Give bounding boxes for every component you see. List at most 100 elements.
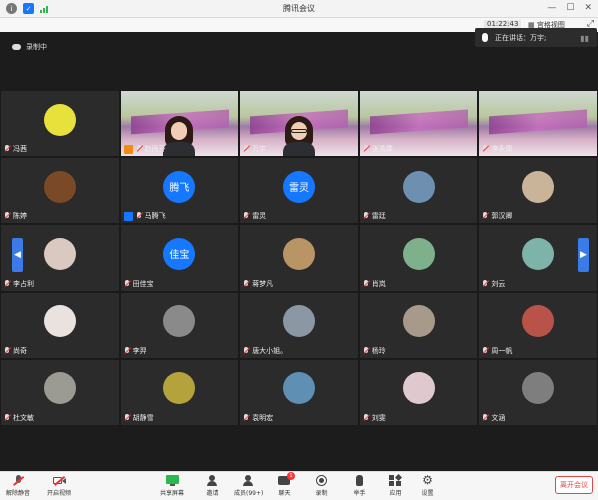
participant-name: 尚奇 <box>13 346 27 355</box>
mic-muted-icon <box>363 346 369 355</box>
participant-name: 李占利 <box>13 279 34 288</box>
mic-muted-icon <box>4 145 10 153</box>
avatar <box>402 372 435 405</box>
avatar <box>163 372 196 405</box>
raise-label: 举手 <box>353 490 366 497</box>
mic-muted-icon <box>12 475 25 486</box>
participant-name-row: 李永康 <box>482 144 512 154</box>
mic-muted-icon <box>136 212 142 220</box>
mic-muted-icon <box>482 279 488 288</box>
members-button[interactable]: 成员(99+) <box>234 475 263 497</box>
avatar <box>522 305 555 338</box>
participant-name-row: 田佳宝 <box>124 279 154 289</box>
participant-tile[interactable]: 佳宝 田佳宝 <box>119 224 240 292</box>
host-badge-icon <box>123 211 133 221</box>
avatar <box>43 372 76 405</box>
participant-tile[interactable]: 冯茜 <box>0 90 120 158</box>
participant-tile[interactable]: 唐大小姐。 <box>239 291 359 359</box>
avatar: 腾飞 <box>163 170 196 203</box>
video-label: 开启视频 <box>47 490 72 497</box>
minimize-icon[interactable]: — <box>547 3 556 13</box>
mic-muted-icon <box>363 279 369 288</box>
participant-name-row: 蒋梦凡 <box>243 279 273 289</box>
participant-name: 文涵 <box>491 413 506 422</box>
participant-tile[interactable]: 陈婷 <box>0 157 120 225</box>
apps-button[interactable]: 应用 <box>389 473 403 497</box>
avatar <box>402 170 435 203</box>
mic-muted-icon <box>4 279 10 288</box>
video-button[interactable]: 开启视频 <box>47 475 71 497</box>
leave-meeting-button[interactable]: 离开会议 <box>555 476 593 494</box>
page-prev-button[interactable]: ◀ <box>12 238 23 272</box>
participant-tile[interactable]: 雷廷 <box>358 157 479 225</box>
mute-button[interactable]: 解除静音 <box>6 475 30 497</box>
avatar <box>43 170 76 203</box>
speaking-text: 正在讲话：万宇; <box>495 34 547 42</box>
avatar <box>522 170 555 203</box>
mic-muted-icon <box>363 413 369 422</box>
participant-name: 雷廷 <box>371 212 386 221</box>
avatar: 佳宝 <box>163 237 196 270</box>
participant-name: 郭汉卿 <box>491 212 513 221</box>
apps-label: 应用 <box>389 490 402 497</box>
participant-tile[interactable]: 张浩霖 <box>358 90 479 158</box>
avatar <box>163 305 196 338</box>
participant-name-row: 肖岚 <box>363 279 386 289</box>
apps-icon <box>389 473 403 486</box>
chat-button[interactable]: 1 聊天 <box>278 472 295 497</box>
participant-name: 田佳宝 <box>132 279 154 288</box>
mic-muted-icon <box>243 145 249 153</box>
maximize-icon[interactable]: ☐ <box>566 3 574 13</box>
participant-tile[interactable]: 李羿 <box>119 291 240 359</box>
mic-muted-icon <box>482 413 488 422</box>
participant-tile[interactable]: 蒋梦凡 <box>239 224 359 292</box>
participant-name: 胡静雪 <box>132 413 154 422</box>
gear-icon: ⚙ <box>422 473 433 487</box>
participant-tile[interactable]: 李永康 <box>478 90 598 158</box>
participant-tile[interactable]: 文涵 <box>478 358 598 426</box>
participant-name-row: 陈婷 <box>4 211 27 221</box>
mic-muted-icon <box>482 145 488 153</box>
mic-muted-icon <box>136 145 142 153</box>
participant-tile[interactable]: 赵雨芬 <box>119 90 240 158</box>
participant-name-row: 文涵 <box>482 413 505 423</box>
participant-tile[interactable]: 尚奇 <box>0 291 120 359</box>
mic-muted-icon <box>124 413 130 422</box>
participant-name: 刘雯 <box>371 413 386 422</box>
participant-tile[interactable]: 腾飞 马腾飞 <box>119 157 240 225</box>
participant-tile[interactable]: 万宇 <box>239 90 359 158</box>
avatar <box>43 305 76 338</box>
participant-grid: 冯茜 赵雨芬 万宇 张浩霖 李永康 陈婷 腾飞 马腾飞 雷灵 雷灵 雷廷 郭汉卿 李占利 佳宝 田佳宝 蒋梦凡… <box>0 90 598 426</box>
mic-muted-icon <box>4 413 10 422</box>
participant-tile[interactable]: 雷灵 雷灵 <box>239 157 359 225</box>
participant-tile[interactable]: 袁明宏 <box>239 358 359 426</box>
meeting-timer: 01:22:43 <box>484 20 522 28</box>
title-bar: i ✓ 腾讯会议 — ☐ ✕ <box>0 0 598 18</box>
participant-tile[interactable]: 周一帆 <box>478 291 598 359</box>
participant-tile[interactable]: 刘雯 <box>358 358 479 426</box>
participant-name-row: 刘雯 <box>363 413 386 423</box>
share-screen-button[interactable]: 共享屏幕 <box>160 475 184 497</box>
avatar <box>282 237 315 270</box>
participant-name-row: 冯茜 <box>4 144 27 154</box>
participant-name-row: 万宇 <box>243 144 266 154</box>
participant-tile[interactable]: 郭汉卿 <box>478 157 598 225</box>
close-icon[interactable]: ✕ <box>584 3 592 13</box>
camera-off-icon <box>52 475 66 486</box>
participant-tile[interactable]: 胡静雪 <box>119 358 240 426</box>
chat-badge: 1 <box>287 472 295 480</box>
avatar <box>282 305 315 338</box>
settings-button[interactable]: ⚙ 设置 <box>421 473 434 497</box>
raise-hand-button[interactable]: 举手 <box>353 475 366 497</box>
participant-name: 蒋梦凡 <box>252 279 274 288</box>
invite-button[interactable]: 邀请 <box>206 475 219 497</box>
record-button[interactable]: 录制 <box>315 475 328 497</box>
participant-tile[interactable]: 肖岚 <box>358 224 479 292</box>
mic-muted-icon <box>243 413 249 422</box>
mic-muted-icon <box>482 346 488 355</box>
participant-tile[interactable]: 杨玲 <box>358 291 479 359</box>
page-next-button[interactable]: ▶ <box>578 238 589 272</box>
participant-tile[interactable]: 杜文敏 <box>0 358 120 426</box>
participant-name: 杨玲 <box>371 346 386 355</box>
settings-label: 设置 <box>421 490 434 497</box>
